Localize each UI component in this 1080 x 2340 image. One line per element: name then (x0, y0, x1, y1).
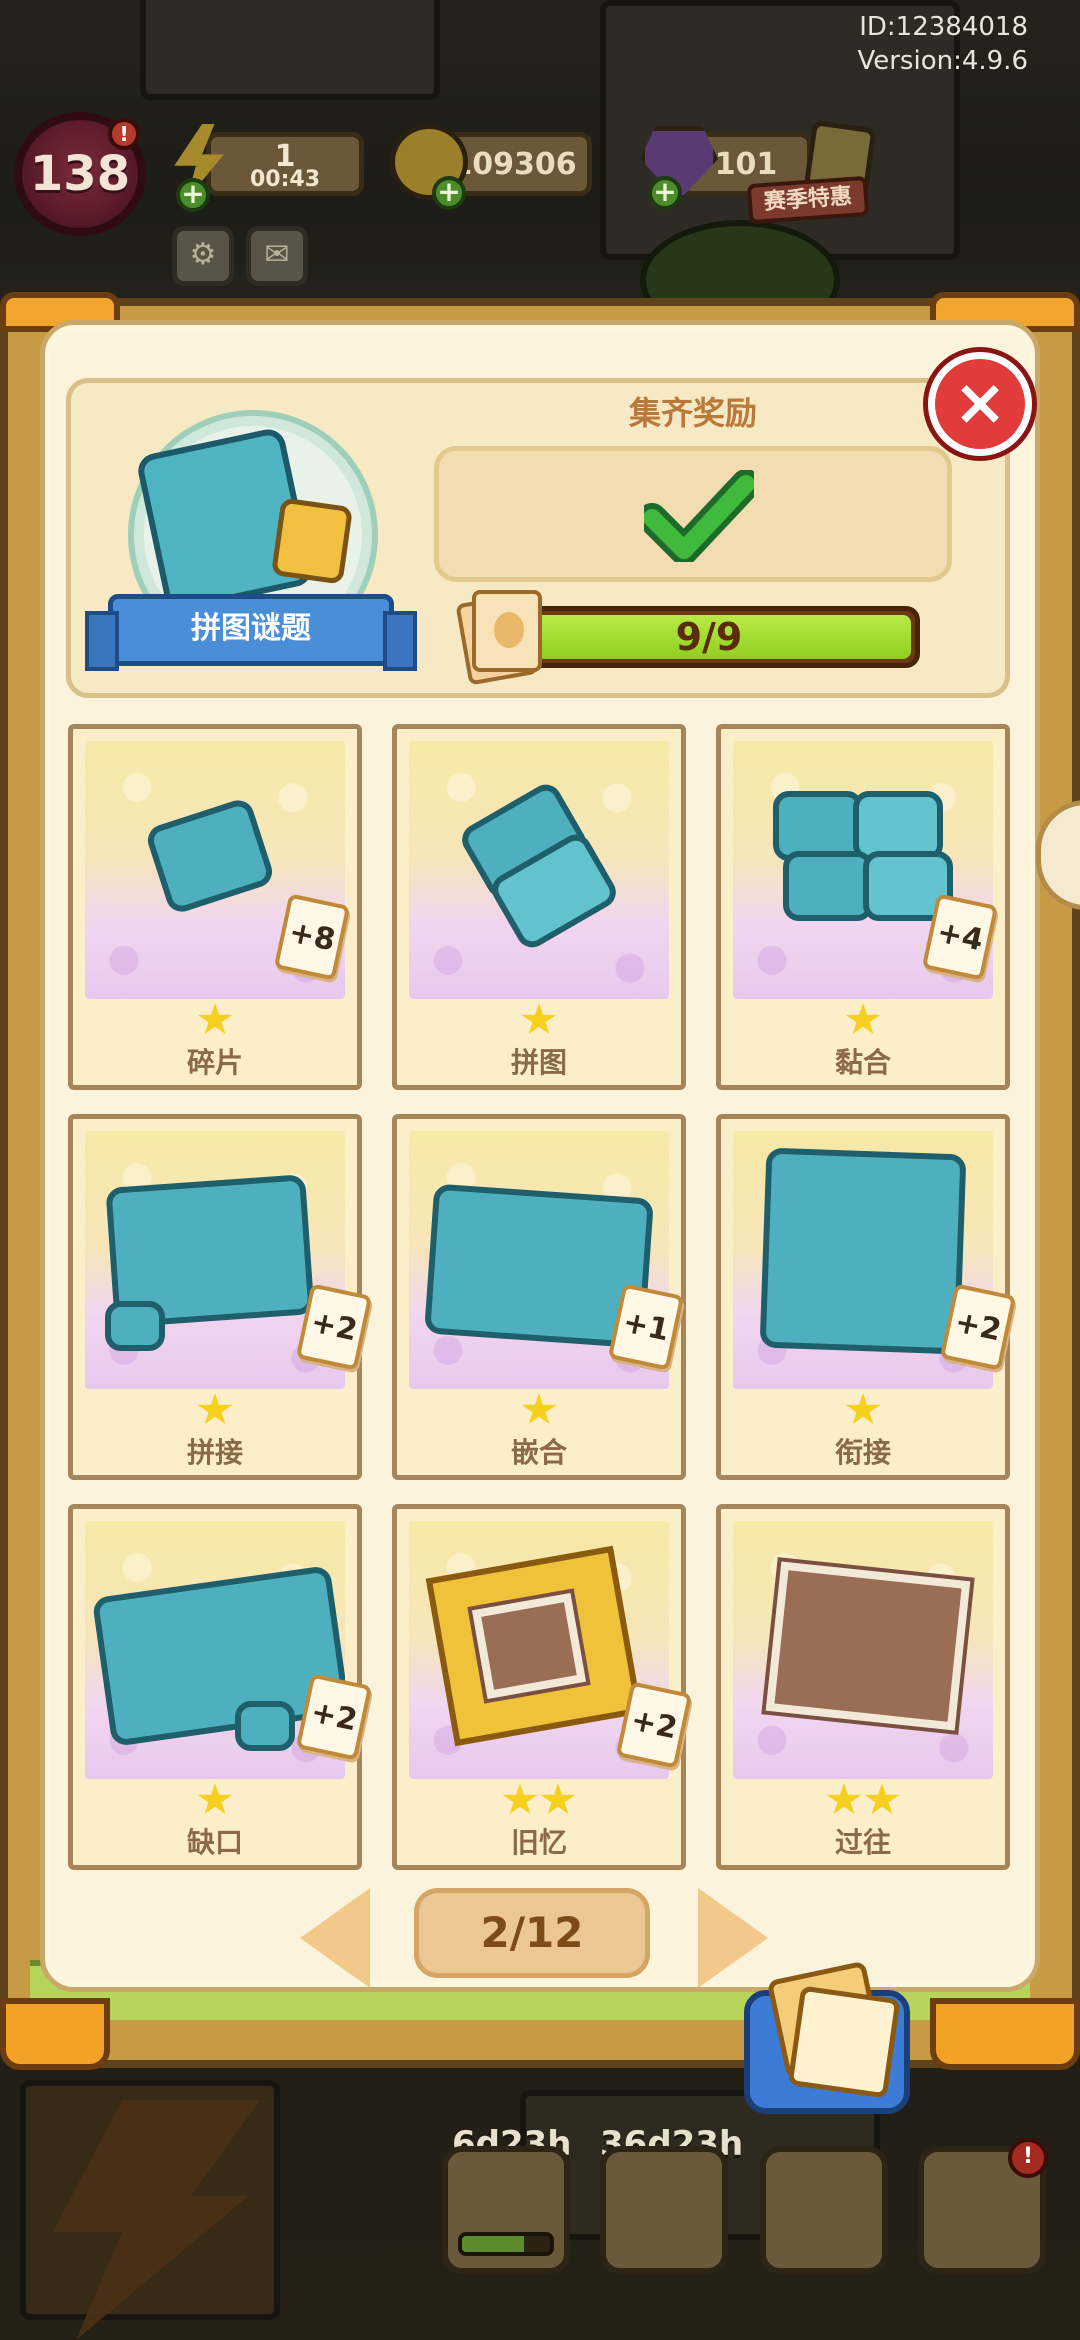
card-stars (73, 1003, 357, 1037)
puzzle-piece-icon (105, 1301, 165, 1351)
collection-progress-bar: 9/9 (498, 606, 920, 668)
add-coins-button[interactable]: + (432, 176, 466, 210)
card-name: 拼图 (510, 1046, 567, 1079)
card-name: 碎片 (186, 1046, 243, 1079)
version-info: ID:12384018 Version:4.9.6 (857, 10, 1028, 78)
star-icon (197, 1003, 233, 1034)
collection-card[interactable]: 旧忆 +2 (392, 1504, 693, 1870)
mail-button[interactable]: ✉ (246, 226, 308, 286)
card-stars (721, 1393, 1005, 1427)
collection-name: 拼图谜题 (85, 594, 417, 671)
photo-icon (765, 1561, 971, 1731)
collection-card[interactable]: 黏合 +4 (716, 724, 1010, 1090)
photo-icon (471, 1593, 587, 1699)
card-name: 旧忆 (510, 1826, 567, 1859)
book-tab (930, 1998, 1080, 2070)
card-event-button[interactable] (600, 2146, 728, 2274)
help-button[interactable] (760, 2146, 888, 2274)
player-id: ID:12384018 (859, 12, 1028, 42)
card-art (733, 1521, 993, 1779)
collection-card[interactable]: 嵌合 +1 (392, 1114, 686, 1480)
puzzle-piece-icon (143, 796, 277, 916)
collection-card[interactable]: 拼接 +2 (68, 1114, 373, 1480)
mail-icon: ✉ (264, 237, 290, 272)
page-indicator: 2/12 (414, 1888, 650, 1978)
puzzle-piece-icon (783, 851, 873, 921)
star-icon (521, 1393, 557, 1424)
album-button[interactable] (744, 1960, 910, 2114)
card-stars (397, 1003, 681, 1037)
progress-text: 9/9 (675, 615, 743, 659)
check-icon (644, 470, 754, 562)
collection-card[interactable]: 衔接 +2 (716, 1114, 1017, 1480)
reward-title: 集齐奖励 (628, 394, 757, 432)
card-stack-icon (455, 590, 546, 686)
close-icon: × (953, 366, 1007, 440)
card-stars (397, 1393, 681, 1427)
close-button[interactable]: × (928, 352, 1032, 456)
gear-icon: ⚙ (189, 237, 217, 272)
card-stars (721, 1003, 1005, 1037)
card-icon (787, 1985, 901, 2099)
card-stars (397, 1783, 681, 1817)
collection-card[interactable]: 过往 (716, 1504, 1010, 1870)
star-icon (502, 1783, 538, 1814)
star-icon (521, 1003, 557, 1034)
star-icon (197, 1783, 233, 1814)
card-name: 拼接 (186, 1436, 243, 1469)
card-name: 过往 (834, 1826, 891, 1859)
puzzle-piece-icon (270, 497, 354, 585)
card-name: 黏合 (834, 1046, 891, 1079)
settings-button[interactable]: ⚙ (172, 226, 234, 286)
card-stars (721, 1783, 1005, 1817)
level-number: 138 (29, 146, 131, 202)
energy-timer: 00:43 (249, 167, 321, 192)
card-stars (73, 1783, 357, 1817)
add-energy-button[interactable]: + (176, 178, 210, 212)
add-gems-button[interactable]: + (648, 176, 682, 210)
puzzle-piece-icon (759, 1147, 967, 1355)
card-name: 缺口 (186, 1826, 243, 1859)
energy-counter[interactable]: 1 00:43 (206, 132, 364, 196)
chat-alert-badge: ! (1008, 2138, 1048, 2178)
star-icon (540, 1783, 576, 1814)
version-label: Version:4.9.6 (857, 46, 1028, 76)
collection-card[interactable]: 拼图 (392, 724, 686, 1090)
card-name: 衔接 (834, 1436, 891, 1469)
card-art (409, 741, 669, 999)
book-tab (0, 1998, 110, 2070)
season-offer-label[interactable]: 赛季特惠 (746, 175, 870, 225)
event-progress-bar (458, 2232, 554, 2256)
card-stars (73, 1393, 357, 1427)
puzzle-piece-icon (235, 1701, 295, 1751)
star-icon (864, 1783, 900, 1814)
star-icon (197, 1393, 233, 1424)
collection-card[interactable]: 碎片 +8 (68, 724, 362, 1090)
star-icon (845, 1393, 881, 1424)
collection-card[interactable]: 缺口 +2 (68, 1504, 373, 1870)
level-alert-badge: ! (108, 118, 140, 150)
card-name: 嵌合 (510, 1436, 567, 1469)
star-icon (845, 1003, 881, 1034)
star-icon (826, 1783, 862, 1814)
